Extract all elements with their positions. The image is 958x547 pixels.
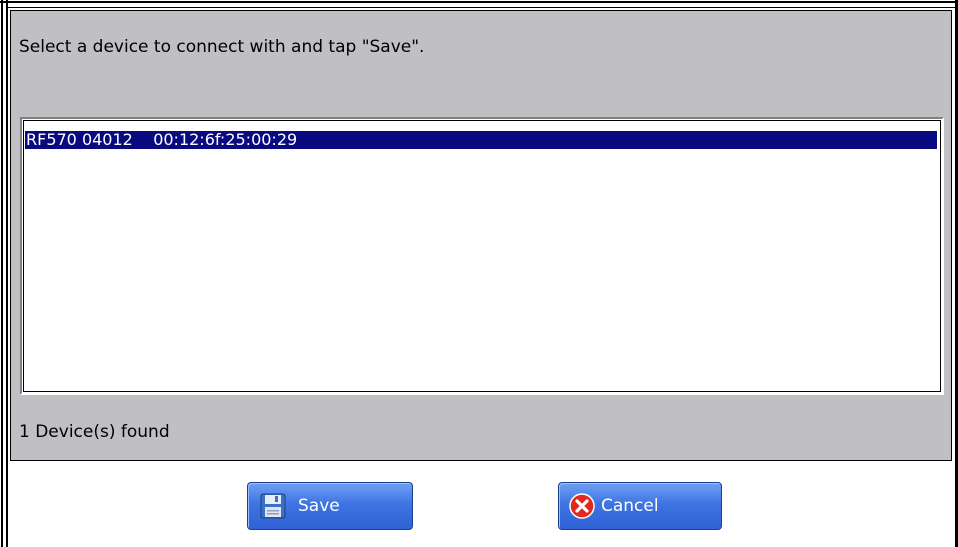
frame-border	[6, 0, 8, 547]
status-text: 1 Device(s) found	[19, 422, 170, 442]
red-x-icon	[569, 493, 595, 519]
frame-border	[6, 7, 958, 8]
frame-border	[0, 1, 958, 3]
instruction-text: Select a device to connect with and tap …	[19, 37, 425, 57]
device-list-item[interactable]: RF570 04012 00:12:6f:25:00:29	[25, 131, 937, 149]
cancel-button[interactable]: Cancel	[558, 482, 722, 530]
frame-border	[1, 0, 3, 547]
save-button[interactable]: Save	[247, 482, 413, 530]
cancel-button-label: Cancel	[601, 496, 659, 516]
floppy-disk-icon	[260, 493, 286, 519]
save-button-label: Save	[298, 496, 340, 516]
device-list[interactable]: RF570 04012 00:12:6f:25:00:29	[20, 117, 944, 395]
